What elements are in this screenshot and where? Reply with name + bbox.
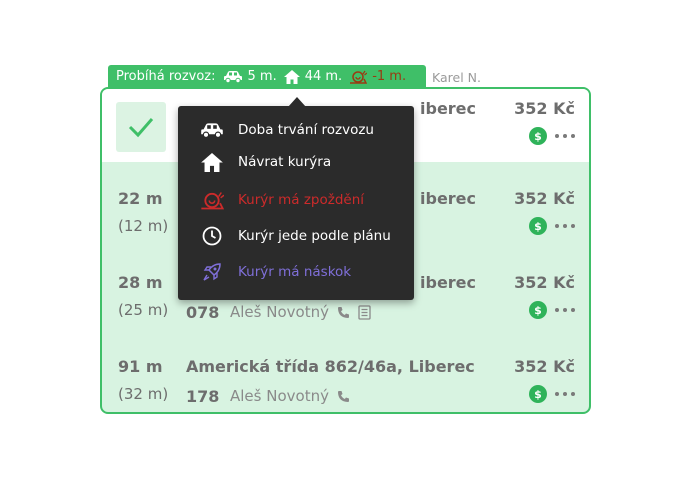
order-actions: $	[529, 385, 575, 403]
order-price: 352 Kč	[514, 189, 575, 208]
trip-time-segment: 5 m.	[223, 69, 277, 84]
dollar-icon[interactable]: $	[529, 385, 547, 403]
order-row[interactable]: 91 m (32 m) Americká třída 862/46a, Libe…	[102, 347, 589, 412]
courier-name: Karel N.	[432, 70, 481, 85]
delay-value: -1 m.	[372, 69, 407, 84]
legend-item-return: Návrat kurýra	[200, 152, 331, 172]
more-options-icon[interactable]	[555, 308, 575, 312]
order-price: 352 Kč	[514, 357, 575, 376]
order-actions: $	[529, 127, 575, 145]
return-time-segment: 44 m.	[283, 69, 343, 84]
snail-icon	[201, 191, 224, 209]
order-driver: Aleš Novotný	[230, 303, 371, 321]
order-time: (12 m)	[118, 217, 169, 235]
status-legend-tooltip: Doba trvání rozvozu Návrat kurýra Kurýr …	[178, 97, 414, 300]
legend-label: Kurýr má náskok	[238, 264, 352, 280]
order-actions: $	[529, 301, 575, 319]
legend-label: Kurýr má zpoždění	[238, 192, 365, 208]
dollar-icon[interactable]: $	[529, 127, 547, 145]
legend-label: Návrat kurýra	[238, 154, 332, 170]
order-address: iberec	[420, 99, 477, 118]
order-price: 352 Kč	[514, 273, 575, 292]
legend-item-on-schedule: Kurýr jede podle plánu	[200, 226, 391, 246]
delay-segment: -1 m.	[349, 69, 406, 84]
legend-item-late: Kurýr má zpoždění	[200, 190, 364, 210]
order-driver: Aleš Novotný	[230, 387, 350, 405]
driver-name: Aleš Novotný	[230, 303, 329, 321]
order-address: iberec	[420, 189, 477, 208]
order-number: 178	[186, 387, 220, 406]
return-time-value: 44 m.	[304, 69, 343, 84]
house-icon	[201, 152, 223, 172]
delivery-status-bar: Probíhá rozvoz: 5 m. 44 m. -1 m.	[108, 65, 426, 88]
order-distance: 91 m	[118, 357, 163, 376]
order-address: Americká třída 862/46a, Liberec	[186, 357, 475, 376]
dollar-icon[interactable]: $	[529, 217, 547, 235]
car-icon	[201, 123, 223, 138]
check-icon	[128, 118, 154, 138]
phone-icon[interactable]	[337, 390, 350, 403]
driver-name: Aleš Novotný	[230, 387, 329, 405]
order-distance: 28 m	[118, 273, 163, 292]
order-check-button[interactable]	[116, 102, 166, 152]
more-options-icon[interactable]	[555, 134, 575, 138]
order-time: (25 m)	[118, 301, 169, 319]
rocket-icon	[203, 263, 221, 281]
dollar-icon[interactable]: $	[529, 301, 547, 319]
order-time: (32 m)	[118, 385, 169, 403]
order-actions: $	[529, 217, 575, 235]
more-options-icon[interactable]	[555, 224, 575, 228]
legend-item-ahead: Kurýr má náskok	[200, 262, 351, 282]
order-address: iberec	[420, 273, 477, 292]
more-options-icon[interactable]	[555, 392, 575, 396]
car-icon	[223, 71, 242, 83]
note-icon[interactable]	[358, 304, 371, 320]
order-number: 078	[186, 303, 220, 322]
house-icon	[283, 69, 300, 84]
tooltip-arrow	[288, 97, 306, 107]
order-distance: 22 m	[118, 189, 163, 208]
clock-icon	[202, 226, 222, 246]
trip-time-value: 5 m.	[247, 69, 277, 84]
snail-icon	[350, 70, 368, 84]
legend-item-trip-time: Doba trvání rozvozu	[200, 120, 374, 140]
legend-label: Kurýr jede podle plánu	[238, 228, 391, 244]
status-label: Probíhá rozvoz:	[116, 69, 216, 84]
legend-label: Doba trvání rozvozu	[238, 122, 374, 138]
order-price: 352 Kč	[514, 99, 575, 118]
phone-icon[interactable]	[337, 306, 350, 319]
